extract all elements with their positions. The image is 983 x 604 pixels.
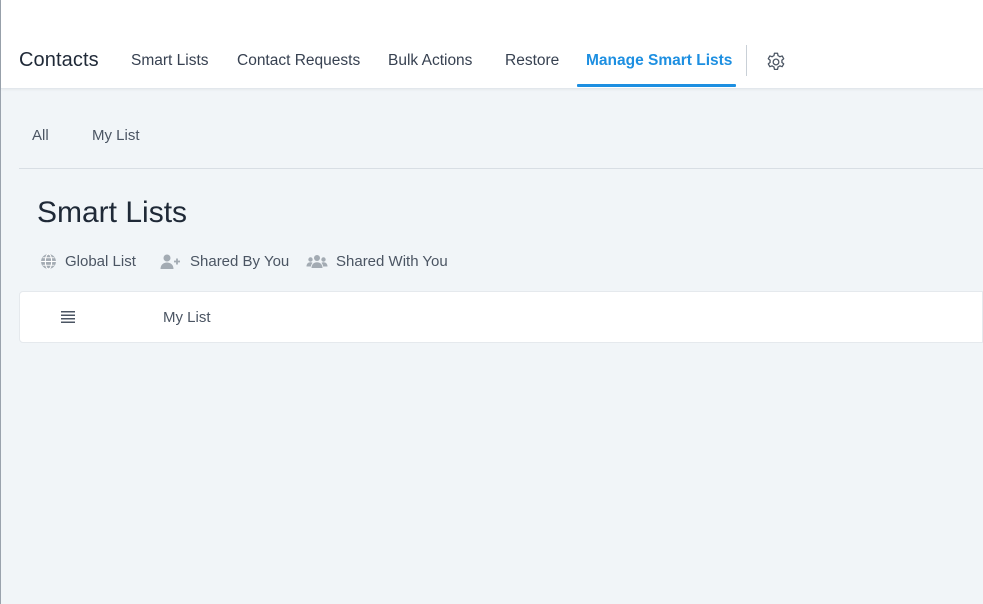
legend-shared-with-you: Shared With You bbox=[306, 252, 448, 270]
smart-list-card: My List bbox=[19, 291, 983, 343]
top-header: Contacts Smart Lists Contact Requests Bu… bbox=[1, 0, 983, 89]
page-title: Smart Lists bbox=[37, 196, 188, 229]
app-title: Contacts bbox=[19, 49, 99, 71]
tab-restore[interactable]: Restore bbox=[505, 52, 559, 70]
tab-smart-lists[interactable]: Smart Lists bbox=[131, 52, 209, 70]
active-tab-indicator bbox=[577, 84, 736, 87]
tab-manage-smart-lists[interactable]: Manage Smart Lists bbox=[586, 52, 732, 70]
filter-tab-my-list[interactable]: My List bbox=[92, 127, 140, 144]
list-item[interactable]: My List bbox=[20, 292, 982, 342]
app-window: Contacts Smart Lists Contact Requests Bu… bbox=[0, 0, 983, 604]
filter-divider bbox=[19, 168, 983, 169]
legend-global-list: Global List bbox=[40, 252, 136, 270]
tab-bulk-actions[interactable]: Bulk Actions bbox=[388, 52, 472, 70]
filter-tab-all[interactable]: All bbox=[32, 127, 49, 144]
legend-shared-with-you-label: Shared With You bbox=[336, 252, 448, 270]
legend-shared-by-you-label: Shared By You bbox=[190, 252, 290, 270]
legend-shared-by-you: Shared By You bbox=[160, 252, 289, 270]
gear-icon[interactable] bbox=[765, 51, 787, 73]
tab-contact-requests[interactable]: Contact Requests bbox=[237, 52, 360, 70]
user-plus-icon bbox=[160, 254, 180, 269]
legend-global-list-label: Global List bbox=[65, 252, 136, 270]
drag-handle-icon[interactable] bbox=[60, 309, 76, 325]
users-icon bbox=[306, 254, 328, 268]
globe-icon bbox=[41, 253, 56, 269]
list-item-name: My List bbox=[163, 309, 211, 326]
header-divider bbox=[746, 45, 747, 76]
